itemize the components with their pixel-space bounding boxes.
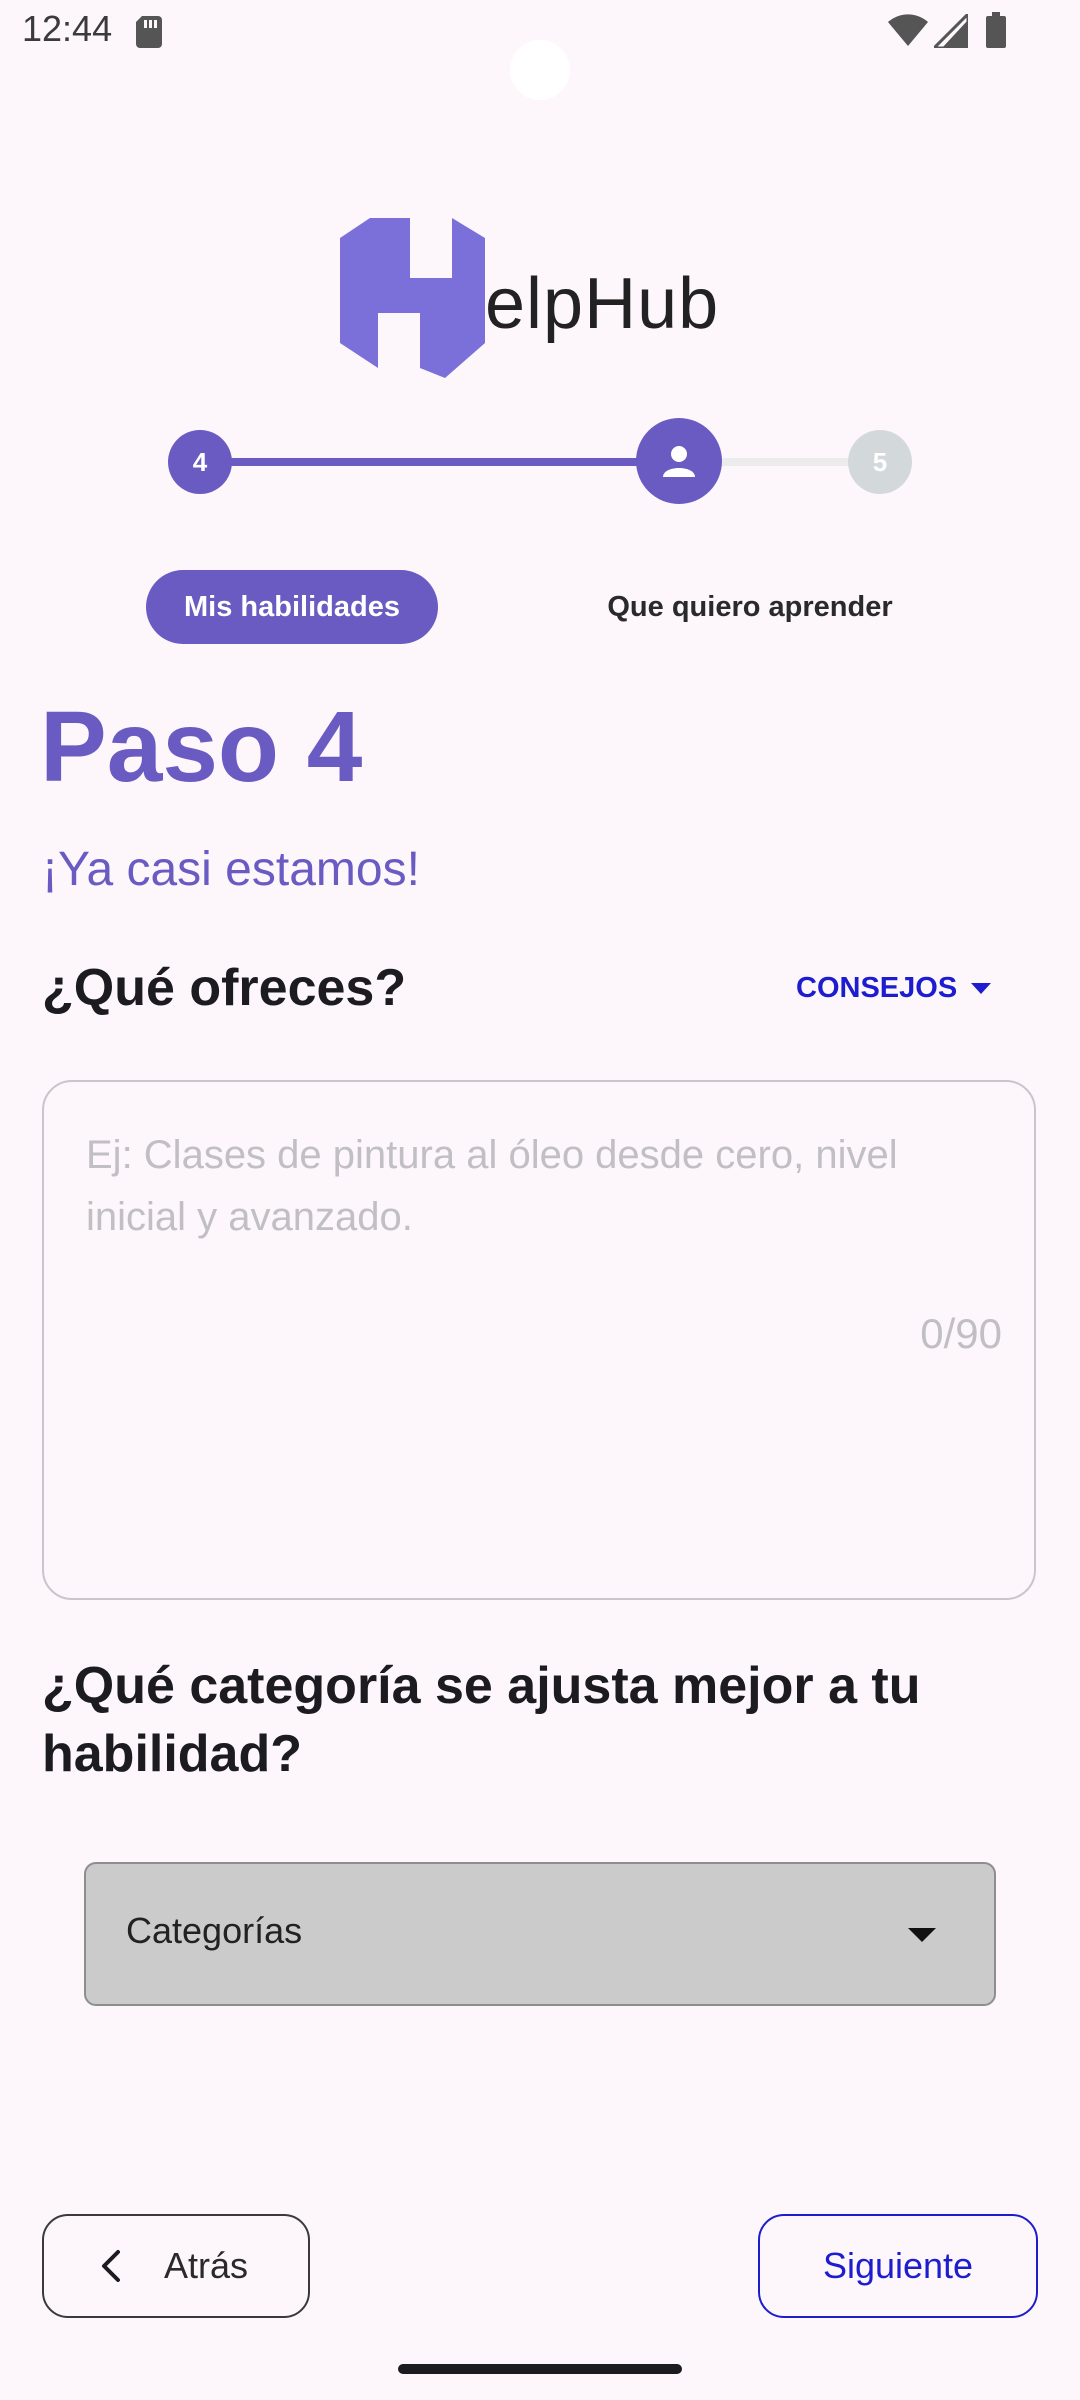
- tab-que-quiero-aprender[interactable]: Que quiero aprender: [560, 570, 940, 644]
- signal-icon: [934, 14, 968, 48]
- page-subtitle: ¡Ya casi estamos!: [42, 843, 420, 896]
- stepper-progress-line: [200, 458, 678, 466]
- category-dropdown-label: Categorías: [126, 1910, 303, 1951]
- next-button[interactable]: Siguiente: [758, 2214, 1038, 2318]
- next-button-label: Siguiente: [822, 2245, 974, 2286]
- status-time: 12:44: [22, 8, 113, 49]
- category-question-heading: ¿Qué categoría se ajusta mejor a tu habi…: [42, 1657, 921, 1783]
- step-4-indicator: 4: [168, 430, 232, 494]
- wifi-icon: [888, 14, 928, 46]
- category-dropdown[interactable]: Categorías: [84, 1862, 996, 2006]
- current-step-indicator: [636, 418, 722, 504]
- back-button[interactable]: Atrás: [42, 2214, 310, 2318]
- home-indicator[interactable]: [398, 2364, 682, 2374]
- chevron-left-icon: [102, 2250, 120, 2282]
- back-button-label: Atrás: [164, 2245, 249, 2286]
- offer-placeholder: Ej: Clases de pintura al óleo desde cero…: [86, 1133, 898, 1239]
- person-icon: [663, 446, 695, 477]
- tips-label: CONSEJOS: [796, 972, 958, 1004]
- character-counter: 0/90: [920, 1310, 1002, 1357]
- logo-text: elpHub: [485, 264, 720, 344]
- battery-icon: [986, 12, 1006, 48]
- offer-textarea[interactable]: Ej: Clases de pintura al óleo desde cero…: [42, 1080, 1036, 1600]
- page-title: Paso 4: [40, 691, 363, 803]
- caret-down-icon: [971, 983, 992, 994]
- camera-cutout: [510, 40, 570, 100]
- sd-card-icon: [136, 16, 162, 48]
- tips-dropdown-button[interactable]: CONSEJOS: [796, 972, 992, 1005]
- tab-mis-habilidades[interactable]: Mis habilidades: [146, 570, 438, 644]
- offer-question-heading: ¿Qué ofreces?: [42, 959, 407, 1017]
- step-5-indicator: 5: [848, 430, 912, 494]
- dropdown-arrow-icon: [908, 1928, 936, 1942]
